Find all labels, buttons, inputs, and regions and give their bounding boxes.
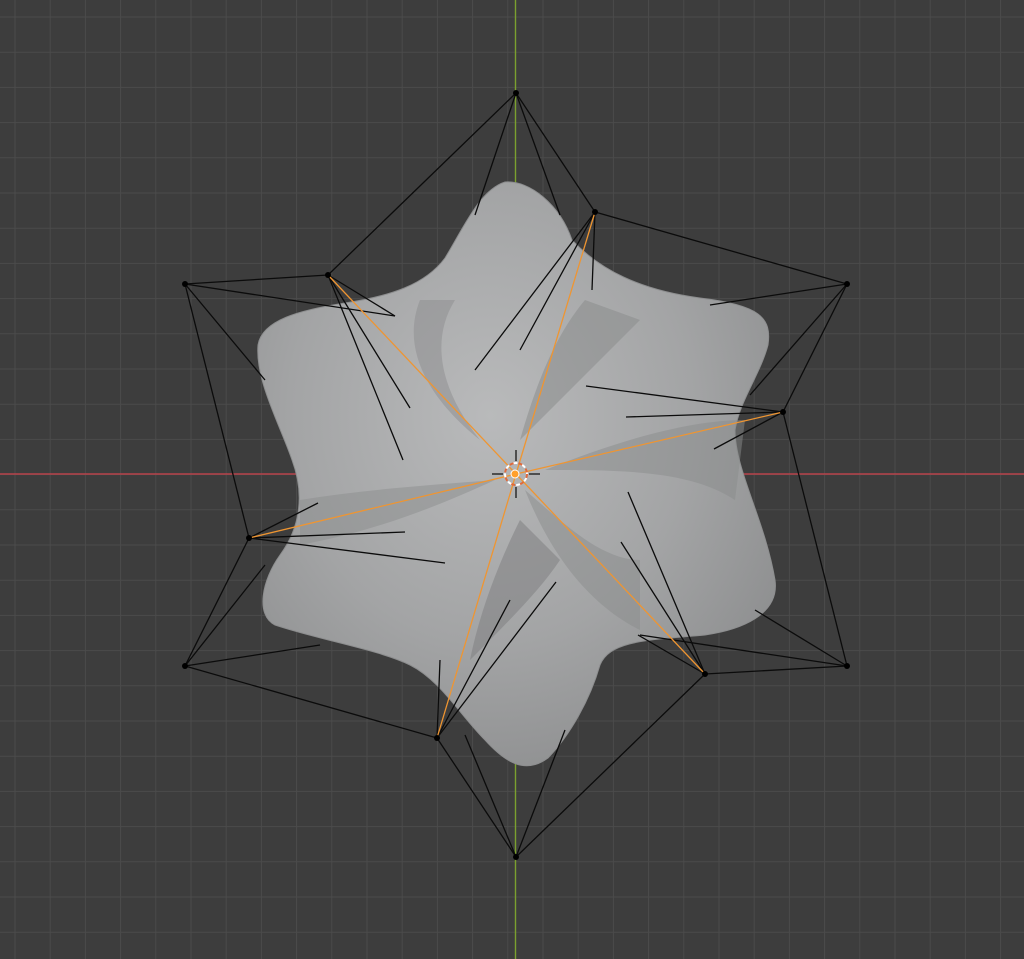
cage-vertex[interactable] <box>182 281 188 287</box>
cage-vertex[interactable] <box>513 854 519 860</box>
cage-vertex[interactable] <box>182 663 188 669</box>
cage-vertex[interactable] <box>702 671 708 677</box>
cage-vertex[interactable] <box>325 272 331 278</box>
cage-vertex[interactable] <box>513 90 519 96</box>
cage-vertex[interactable] <box>780 409 786 415</box>
cage-vertex[interactable] <box>434 735 440 741</box>
cage-vertex[interactable] <box>592 209 598 215</box>
cage-vertex[interactable] <box>246 535 252 541</box>
object-origin[interactable] <box>510 469 520 479</box>
cage-vertex[interactable] <box>844 281 850 287</box>
3d-viewport[interactable] <box>0 0 1024 959</box>
cage-vertex[interactable] <box>844 663 850 669</box>
